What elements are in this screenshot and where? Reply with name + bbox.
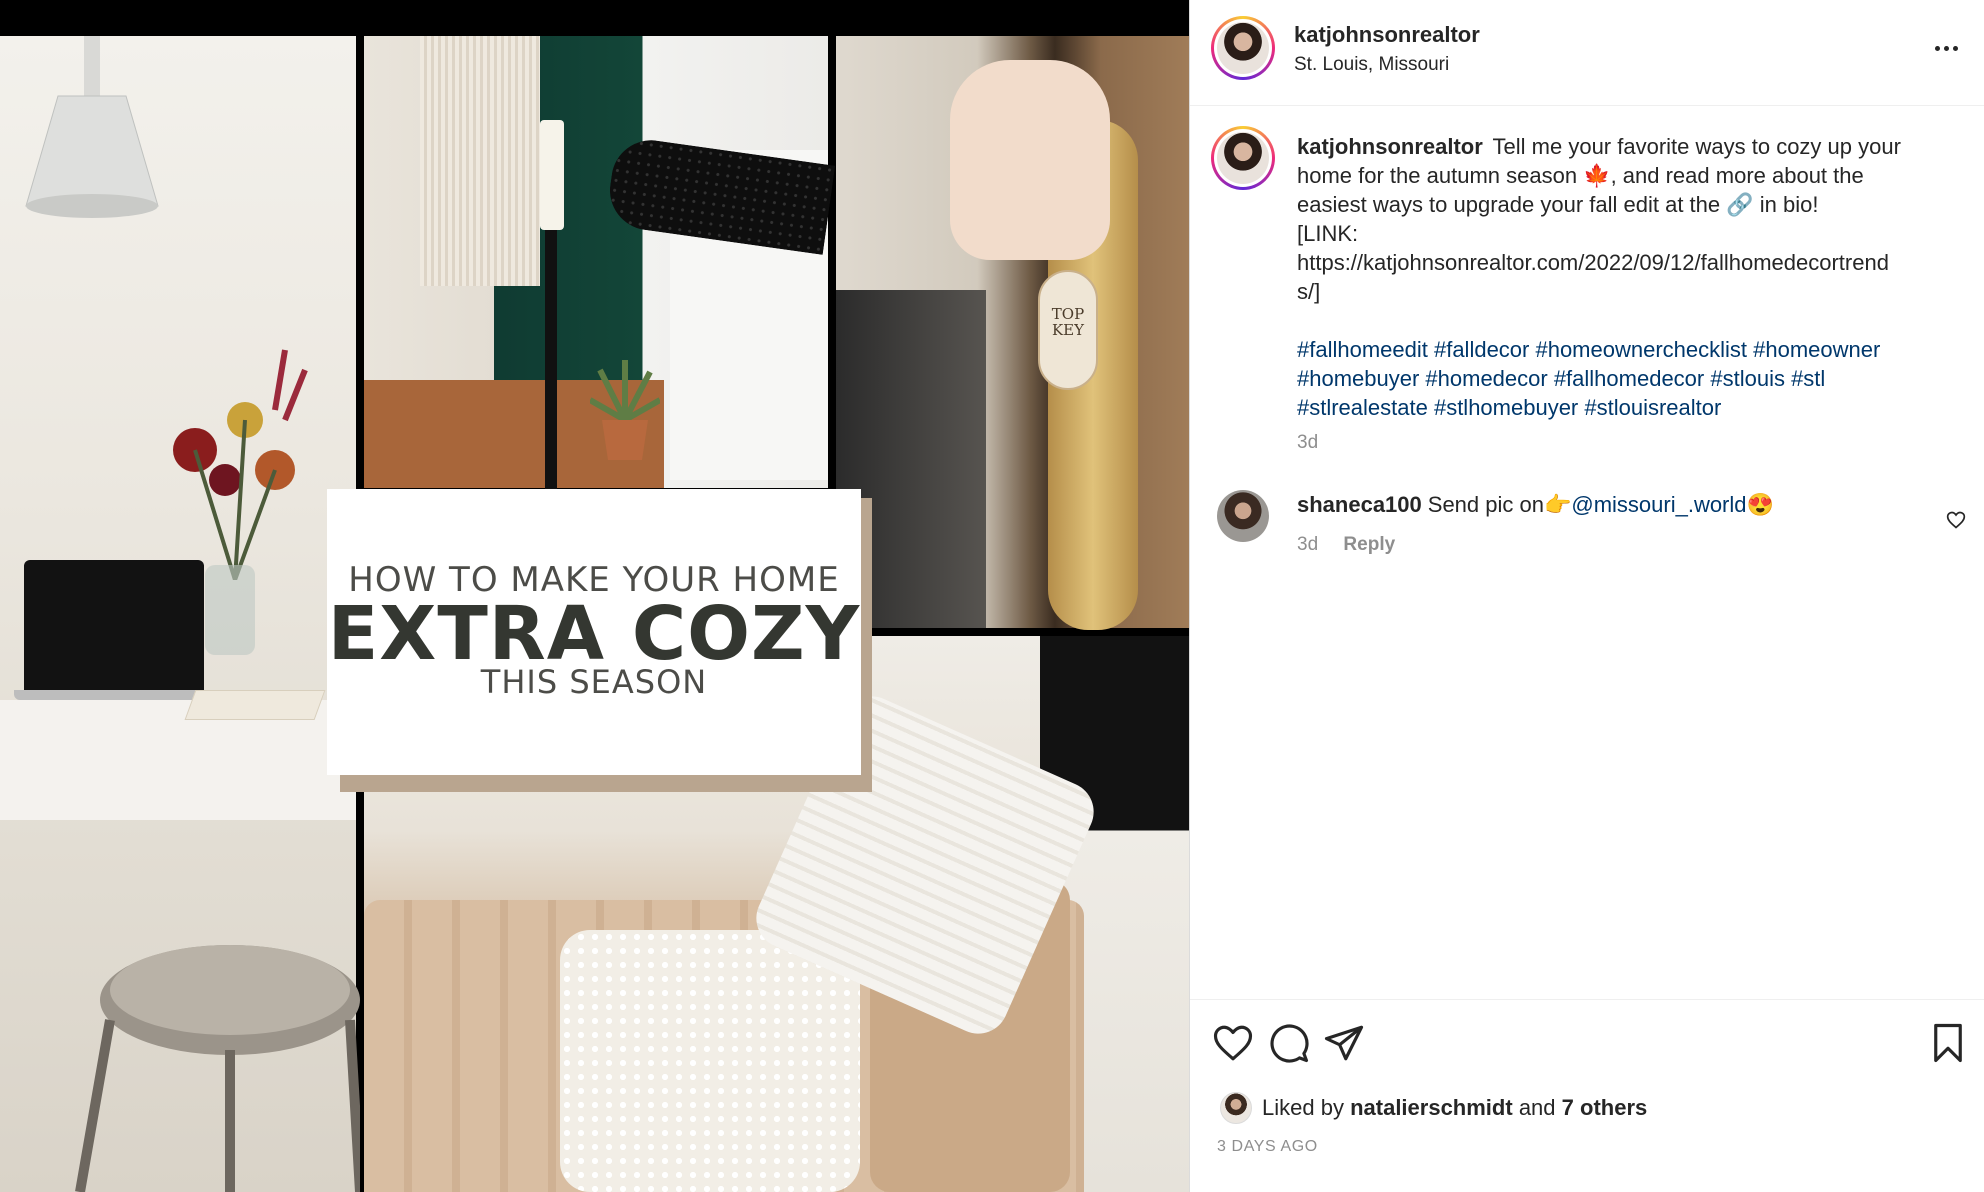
liked-by-label: Liked by — [1262, 1095, 1344, 1120]
laptop-base — [14, 690, 214, 700]
hashtags-line-2[interactable]: #homebuyer #homedecor #fallhomedecor #st… — [1297, 364, 1947, 393]
post-actions: Liked by natalierschmidt and 7 others 3 … — [1190, 999, 1984, 1192]
caption-username[interactable]: katjohnsonrealtor — [1297, 134, 1483, 159]
post-media[interactable]: TOP KEY HOW TO MAKE YOUR HOME EXTRA COZY… — [0, 0, 1189, 1192]
caption-line-2: home for the autumn season 🍁, and read m… — [1297, 163, 1864, 188]
author-username[interactable]: katjohnsonrealtor — [1294, 22, 1480, 48]
comment-item: shaneca100 Send pic on👉@missouri_.world😍 … — [1190, 490, 1984, 570]
likes-others-link[interactable]: 7 others — [1562, 1095, 1648, 1121]
glass-vase — [205, 565, 255, 655]
heart-icon[interactable] — [1212, 1022, 1254, 1064]
title-card: HOW TO MAKE YOUR HOME EXTRA COZY THIS SE… — [327, 489, 861, 775]
succulent-plant-illustration — [590, 360, 660, 460]
comment-body: Send pic on👉 — [1427, 492, 1572, 517]
caption-line-3: easiest ways to upgrade your fall edit a… — [1297, 192, 1819, 217]
caption-line-1: Tell me your favorite ways to cozy up yo… — [1492, 134, 1901, 159]
likes-summary: Liked by natalierschmidt and 7 others — [1220, 1090, 1647, 1126]
wall-hanging-fringe — [420, 36, 540, 286]
comment-text: shaneca100 Send pic on👉@missouri_.world😍 — [1297, 492, 1774, 518]
post-location[interactable]: St. Louis, Missouri — [1294, 54, 1449, 76]
key-tag: TOP KEY — [1038, 270, 1098, 390]
comment-like-heart-icon[interactable] — [1946, 510, 1966, 530]
comment-meta: 3d Reply — [1297, 534, 1395, 556]
comment-icon[interactable] — [1268, 1022, 1310, 1064]
title-line-3: THIS SEASON — [480, 663, 708, 701]
post-date[interactable]: 3 DAYS AGO — [1217, 1138, 1318, 1156]
flower-bouquet-illustration — [173, 349, 308, 580]
commenter-username[interactable]: shaneca100 — [1297, 492, 1422, 517]
caption-timestamp[interactable]: 3d — [1297, 432, 1318, 454]
post-header: katjohnsonrealtor St. Louis, Missouri — [1190, 0, 1984, 106]
reply-button[interactable]: Reply — [1343, 534, 1395, 555]
caption-line-6: s/] — [1297, 279, 1321, 304]
paper-plane-icon[interactable] — [1323, 1022, 1365, 1064]
hand — [950, 60, 1110, 260]
comment-timestamp[interactable]: 3d — [1297, 534, 1318, 555]
more-horizontal-icon[interactable] — [1926, 36, 1966, 60]
caption-author-avatar[interactable] — [1211, 126, 1275, 190]
post-caption: katjohnsonrealtor Tell me your favorite … — [1297, 132, 1947, 422]
candlestick — [545, 230, 557, 490]
comment-emoji: 😍 — [1746, 492, 1774, 517]
commenter-avatar[interactable] — [1217, 490, 1269, 542]
bookmark-icon[interactable] — [1927, 1022, 1969, 1064]
liker-username[interactable]: natalierschmidt — [1350, 1095, 1513, 1121]
media-top-bar — [0, 0, 1189, 36]
hashtags-line-3[interactable]: #stlrealestate #stlhomebuyer #stlouisrea… — [1297, 393, 1947, 422]
caption-link[interactable]: https://katjohnsonrealtor.com/2022/09/12… — [1297, 248, 1947, 277]
hashtags-line-1[interactable]: #fallhomeedit #falldecor #homeownercheck… — [1297, 335, 1947, 364]
candle — [540, 120, 564, 230]
comment-mention[interactable]: @missouri_.world — [1571, 492, 1746, 517]
pendant-lamp-illustration — [25, 36, 159, 218]
tufted-pillow — [560, 930, 860, 1192]
post-sidebar: katjohnsonrealtor St. Louis, Missouri ka… — [1189, 0, 1984, 1192]
key-tag-text: TOP KEY — [1051, 305, 1085, 339]
bar-stool-illustration — [75, 945, 360, 1192]
caption-line-4: [LINK: — [1297, 221, 1359, 246]
likes-and-label: and — [1518, 1095, 1556, 1120]
author-avatar[interactable] — [1211, 16, 1275, 80]
notebook-illustration — [184, 690, 326, 720]
liker-avatar[interactable] — [1220, 1092, 1252, 1124]
